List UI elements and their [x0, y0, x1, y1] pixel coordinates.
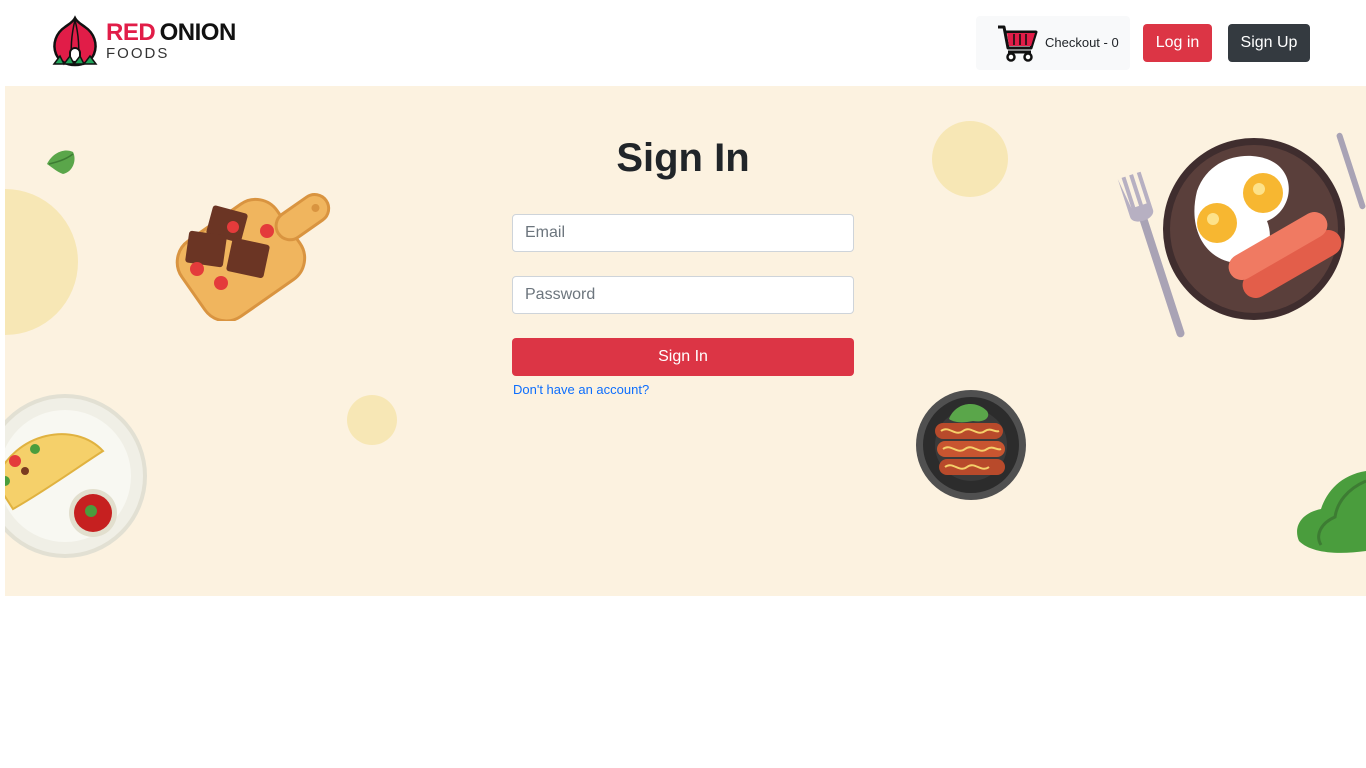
- checkout-cart-button[interactable]: Checkout - 0: [976, 16, 1130, 70]
- brand-text: RED ONION FOODS: [106, 19, 236, 62]
- brand-word-red: RED: [106, 19, 156, 46]
- email-field[interactable]: [512, 214, 854, 252]
- brownie-board-icon: [175, 193, 331, 321]
- brand-logo-link[interactable]: RED ONION FOODS: [48, 14, 248, 70]
- create-account-link[interactable]: Don't have an account?: [513, 382, 649, 397]
- decor-circle: [932, 121, 1008, 197]
- brand-word-foods: FOODS: [106, 45, 170, 62]
- password-field[interactable]: [512, 276, 854, 314]
- lettuce-leaf-icon: [1297, 471, 1366, 553]
- page-title: Sign In: [616, 136, 750, 180]
- login-button[interactable]: Log in: [1143, 24, 1212, 62]
- decor-circle: [5, 189, 78, 335]
- navbar: RED ONION FOODS Checkout - 0 Log in Sign…: [0, 0, 1366, 86]
- brand-word-onion: ONION: [159, 19, 237, 46]
- checkout-label: Checkout - 0: [1045, 35, 1119, 50]
- signin-hero: Sign In Sign In Don't have an account?: [5, 86, 1366, 596]
- signin-button[interactable]: Sign In: [512, 338, 854, 376]
- onion-logo-icon: [52, 15, 98, 67]
- shopping-cart-icon: [998, 25, 1038, 62]
- decor-circle: [347, 395, 397, 445]
- taco-plate-icon: [5, 394, 147, 558]
- basil-leaf-icon: [47, 150, 75, 174]
- signup-button[interactable]: Sign Up: [1228, 24, 1310, 62]
- sausage-plate-icon: [916, 390, 1026, 500]
- breakfast-plate-icon: [1117, 132, 1366, 338]
